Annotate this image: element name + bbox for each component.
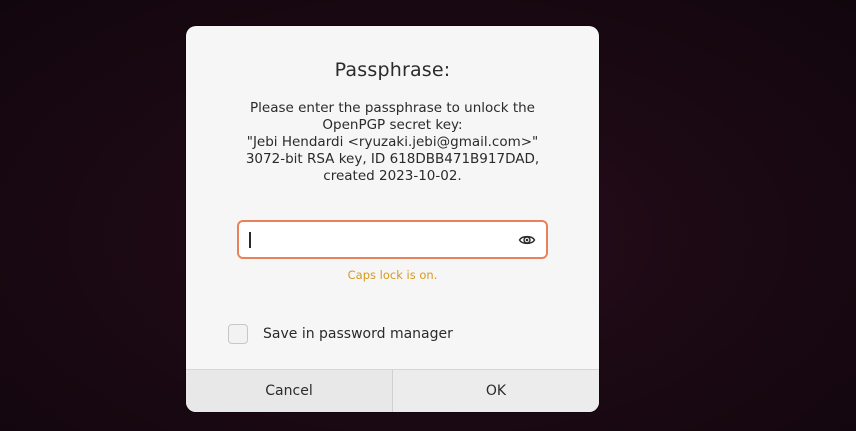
passphrase-input[interactable]	[247, 222, 507, 257]
message-line: OpenPGP secret key:	[322, 117, 463, 133]
save-password-checkbox[interactable]	[228, 324, 248, 344]
message-line: 3072-bit RSA key, ID 618DBB471B917DAD,	[245, 151, 540, 167]
cancel-button[interactable]: Cancel	[186, 370, 393, 412]
passphrase-dialog: Passphrase: Please enter the passphrase …	[186, 26, 599, 412]
dialog-buttons: Cancel OK	[186, 369, 599, 412]
eye-icon[interactable]	[518, 231, 536, 249]
caps-lock-warning: Caps lock is on.	[347, 268, 438, 282]
passphrase-field[interactable]	[237, 220, 548, 259]
dialog-message: Please enter the passphrase to unlock th…	[206, 100, 579, 185]
message-line: "Jebi Hendardi <ryuzaki.jebi@gmail.com>"	[246, 134, 539, 150]
save-password-row[interactable]: Save in password manager	[228, 323, 453, 345]
message-line: Please enter the passphrase to unlock th…	[250, 100, 535, 116]
ok-button[interactable]: OK	[393, 370, 599, 412]
message-line: created 2023-10-02.	[323, 168, 462, 184]
dialog-title: Passphrase:	[334, 59, 451, 81]
text-caret	[249, 232, 251, 248]
save-password-label[interactable]: Save in password manager	[263, 326, 453, 342]
